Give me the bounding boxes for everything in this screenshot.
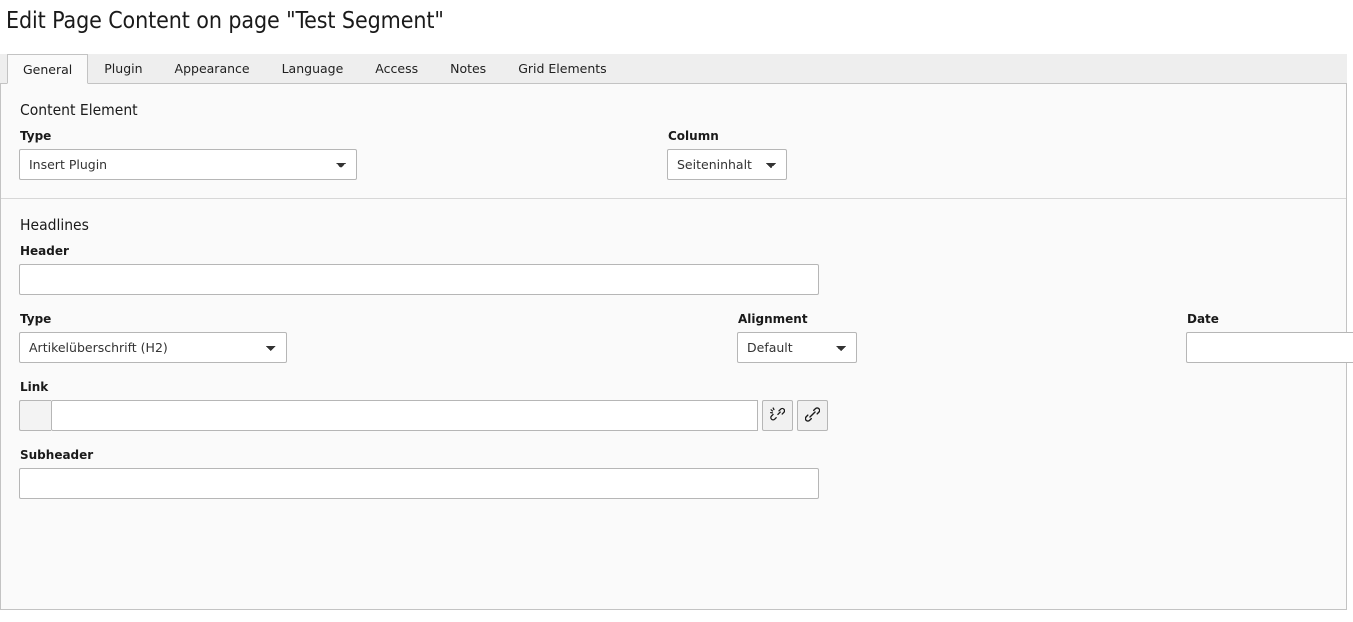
label-link: Link — [20, 380, 49, 394]
content-element-row: Type Insert Plugin Column Seiteninhalt — [19, 129, 1328, 180]
field-group-link: Link — [19, 380, 1328, 431]
select-ce-column[interactable]: Seiteninhalt — [667, 149, 787, 180]
page-title: Edit Page Content on page "Test Segment" — [6, 8, 444, 34]
input-header[interactable] — [19, 264, 819, 295]
tab-notes[interactable]: Notes — [434, 53, 502, 83]
input-link[interactable] — [51, 400, 758, 431]
field-group-date: Date — [1186, 312, 1353, 363]
label-alignment: Alignment — [738, 312, 808, 326]
tab-bar: General Plugin Appearance Language Acces… — [0, 54, 1347, 84]
select-ce-type[interactable]: Insert Plugin — [19, 149, 357, 180]
link-prefix-addon — [19, 400, 51, 431]
label-date: Date — [1187, 312, 1219, 326]
select-headline-type[interactable]: Artikelüberschrift (H2) — [19, 332, 287, 363]
link-broken-icon — [770, 406, 786, 425]
date-input-group — [1186, 332, 1353, 363]
field-group-headline-type: Type Artikelüberschrift (H2) — [19, 312, 287, 363]
link-browser-button[interactable] — [797, 400, 828, 431]
section-title-content-element: Content Element — [20, 101, 138, 119]
link-icon — [804, 406, 821, 425]
section-title-headlines: Headlines — [20, 216, 89, 234]
tab-grid-elements[interactable]: Grid Elements — [502, 53, 622, 83]
tab-appearance[interactable]: Appearance — [159, 53, 266, 83]
form-panel: Content Element Type Insert Plugin Colum… — [0, 84, 1353, 610]
unlink-button[interactable] — [762, 400, 793, 431]
section-content-element: Content Element Type Insert Plugin Colum… — [1, 84, 1346, 198]
label-headline-type: Type — [20, 312, 52, 326]
tab-general[interactable]: General — [7, 54, 89, 84]
label-ce-type: Type — [20, 129, 52, 143]
field-group-header: Header — [19, 244, 1328, 295]
field-group-alignment: Alignment Default — [737, 312, 857, 363]
tab-access[interactable]: Access — [359, 53, 434, 83]
input-subheader[interactable] — [19, 468, 819, 499]
field-group-ce-type: Type Insert Plugin — [19, 129, 357, 180]
label-subheader: Subheader — [20, 448, 94, 462]
tab-container: General Plugin Appearance Language Acces… — [0, 54, 1347, 84]
label-ce-column: Column — [668, 129, 719, 143]
select-alignment[interactable]: Default — [737, 332, 857, 363]
tab-language[interactable]: Language — [266, 53, 360, 83]
field-group-subheader: Subheader — [19, 448, 1328, 499]
link-input-group — [19, 400, 1328, 431]
label-header: Header — [20, 244, 69, 258]
input-date[interactable] — [1186, 332, 1353, 363]
headline-options-row: Type Artikelüberschrift (H2) Alignment D… — [19, 312, 1353, 363]
tab-plugin[interactable]: Plugin — [88, 53, 158, 83]
field-group-ce-column: Column Seiteninhalt — [667, 129, 787, 180]
section-headlines: Headlines Header Type Artikelüberschrift… — [1, 198, 1353, 517]
